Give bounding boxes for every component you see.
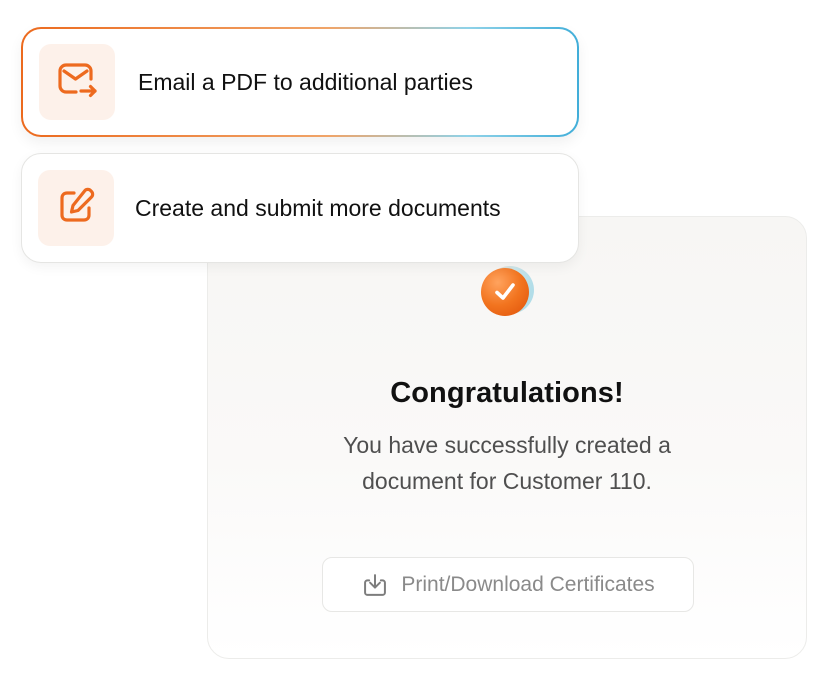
download-button-label: Print/Download Certificates <box>401 572 655 596</box>
success-title: Congratulations! <box>390 377 624 409</box>
success-message: You have successfully created a document… <box>343 432 671 494</box>
stage: Congratulations! You have successfully c… <box>0 0 840 700</box>
email-pdf-label: Email a PDF to additional parties <box>138 68 473 95</box>
email-pdf-option[interactable]: Email a PDF to additional parties <box>21 27 579 137</box>
create-documents-label: Create and submit more documents <box>135 194 501 221</box>
email-forward-icon <box>54 57 100 108</box>
download-icon <box>361 571 389 599</box>
email-icon-tile <box>39 44 115 120</box>
create-documents-option[interactable]: Create and submit more documents <box>21 153 579 263</box>
edit-icon-tile <box>38 170 114 246</box>
success-card: Congratulations! You have successfully c… <box>207 216 807 659</box>
edit-icon <box>54 184 98 233</box>
print-download-certificates-button[interactable]: Print/Download Certificates <box>322 557 694 612</box>
check-icon <box>481 265 534 318</box>
